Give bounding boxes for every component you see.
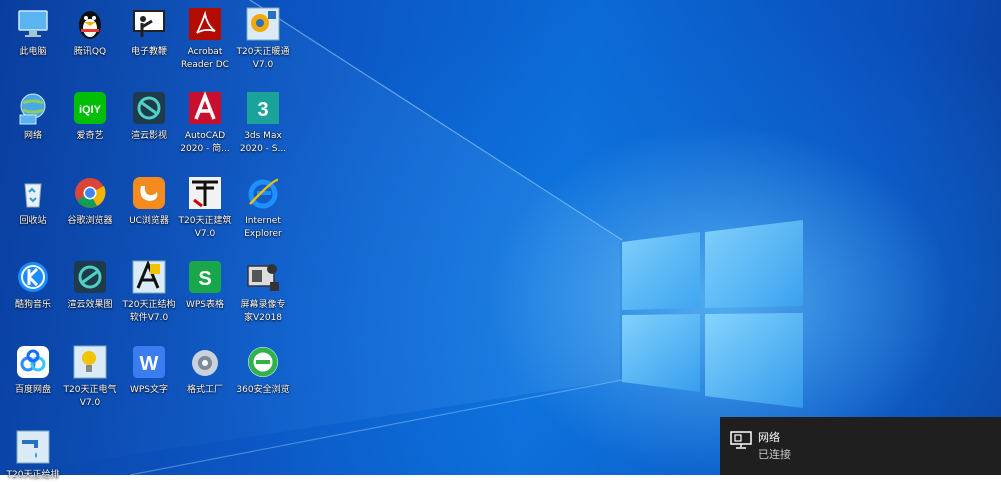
desktop-shortcut[interactable]: T20天正电气 V7.0 (57, 343, 123, 410)
svg-text:iQIY: iQIY (79, 104, 102, 116)
tangent-architecture-icon (186, 174, 224, 212)
desktop-shortcut[interactable]: 渲云效果图 (57, 258, 123, 312)
desktop-shortcut-label: 屏幕录像专 家V2018 (240, 300, 286, 323)
windows-logo-wallpaper (0, 0, 803, 475)
network-notification[interactable]: 网络 已连接 (720, 417, 1001, 475)
desktop-shortcut-label: Internet Explorer (244, 216, 282, 239)
desktop-shortcut[interactable]: 3 3ds Max 2020 - S... (230, 89, 296, 156)
uc-browser-icon (130, 174, 168, 212)
desktop-shortcut[interactable]: 谷歌浏览器 (57, 174, 123, 228)
desktop-shortcut[interactable]: AutoCAD 2020 - 简... (172, 89, 238, 156)
qq-penguin-icon (71, 5, 109, 43)
desktop-shortcut[interactable]: 屏幕录像专 家V2018 (230, 258, 296, 325)
desktop-shortcut-label: 谷歌浏览器 (67, 216, 113, 226)
network-monitor-icon (730, 431, 752, 449)
tangent-plumbing-icon (14, 428, 52, 466)
desktop-shortcut[interactable]: 360安全浏览 (230, 343, 296, 397)
desktop-shortcut-label: T20天正暖通 V7.0 (236, 47, 290, 70)
desktop-shortcut[interactable]: iQIY 爱奇艺 (57, 89, 123, 143)
internet-explorer-icon (244, 174, 282, 212)
electronic-pointer-icon (130, 5, 168, 43)
tangent-electrical-icon (71, 343, 109, 381)
desktop-shortcut-label: Acrobat Reader DC (181, 47, 229, 70)
desktop-shortcut-label: T20天正给排 (6, 470, 60, 480)
tangent-structure-icon (130, 258, 168, 296)
svg-text:3: 3 (257, 99, 268, 121)
svg-text:S: S (198, 268, 211, 290)
tangent-hvac-icon (244, 5, 282, 43)
recycle-bin-icon (14, 174, 52, 212)
desktop-shortcut-label: AutoCAD 2020 - 简... (180, 131, 230, 154)
notification-title: 网络 (758, 431, 780, 444)
desktop-wallpaper (0, 0, 1001, 475)
desktop-shortcut[interactable]: Acrobat Reader DC (172, 5, 238, 72)
chrome-icon (71, 174, 109, 212)
desktop-shortcut[interactable]: T20天正暖通 V7.0 (230, 5, 296, 72)
desktop-shortcut-label: 格式工厂 (186, 385, 223, 395)
kugou-music-icon (14, 258, 52, 296)
desktop-shortcut-label: 腾讯QQ (73, 47, 107, 57)
screen-recorder-icon (244, 258, 282, 296)
xuanyun-render-icon (71, 258, 109, 296)
desktop-shortcut-label: 360安全浏览 (236, 385, 290, 395)
desktop-shortcut-label: T20天正电气 V7.0 (63, 385, 117, 408)
3ds-max-icon: 3 (244, 89, 282, 127)
desktop-shortcut[interactable]: 格式工厂 (172, 343, 238, 397)
autocad-icon (186, 89, 224, 127)
network-globe-icon (14, 89, 52, 127)
desktop-shortcut[interactable]: Internet Explorer (230, 174, 296, 241)
this-pc-icon (14, 5, 52, 43)
baidu-netdisk-icon (14, 343, 52, 381)
notification-status: 已连接 (758, 448, 791, 461)
xuanyun-film-icon (130, 89, 168, 127)
desktop-shortcut[interactable]: S WPS表格 (172, 258, 238, 312)
desktop-shortcut-label: T20天正建筑 V7.0 (178, 216, 232, 239)
desktop-shortcut[interactable]: T20天正建筑 V7.0 (172, 174, 238, 241)
desktop-shortcut-label: 爱奇艺 (76, 131, 104, 141)
desktop-shortcut-label: 渲云效果图 (67, 300, 113, 310)
format-factory-icon (186, 343, 224, 381)
desktop-shortcut-label: 3ds Max 2020 - S... (239, 131, 287, 154)
wps-writer-icon: W (130, 343, 168, 381)
desktop-shortcut[interactable]: 腾讯QQ (57, 5, 123, 59)
wps-spreadsheet-icon: S (186, 258, 224, 296)
svg-text:W: W (140, 353, 159, 375)
desktop-shortcut-label: WPS表格 (185, 300, 225, 310)
acrobat-reader-icon (186, 5, 224, 43)
360-browser-icon (244, 343, 282, 381)
iqiyi-icon: iQIY (71, 89, 109, 127)
desktop-shortcut[interactable]: T20天正给排 (0, 428, 66, 482)
